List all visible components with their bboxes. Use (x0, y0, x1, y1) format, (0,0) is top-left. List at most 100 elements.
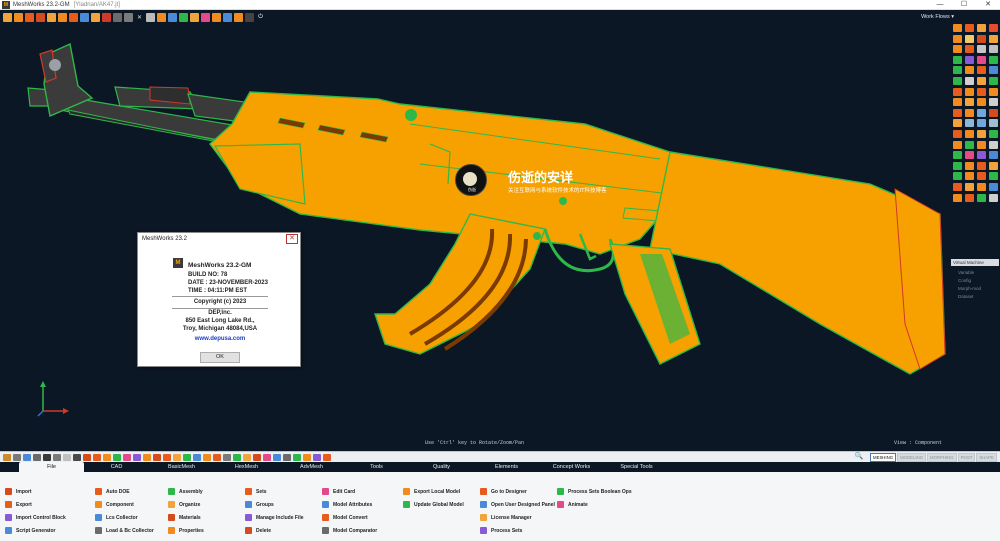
panel-tool-icon[interactable] (977, 55, 986, 64)
vm-item-variable[interactable]: Variable (958, 269, 981, 277)
tab-advmesh[interactable]: AdvMesh (279, 462, 344, 472)
ribbon-item-model-convert[interactable]: Model Convert (322, 511, 377, 524)
tree-icon[interactable] (179, 12, 188, 22)
quick-tool-icon[interactable] (283, 453, 291, 461)
quick-tool-icon[interactable] (83, 453, 91, 461)
ribbon-item-manage-include-file[interactable]: Manage Include File (245, 511, 304, 524)
minimize-button[interactable]: — (928, 0, 952, 10)
quick-tool-icon[interactable] (103, 453, 111, 461)
panel-tool-icon[interactable] (989, 24, 998, 32)
grid-icon[interactable] (168, 12, 177, 22)
stats-icon[interactable] (212, 12, 221, 22)
panel-tool-icon[interactable] (953, 98, 962, 107)
quick-tool-icon[interactable] (263, 453, 271, 461)
workflows-dropdown[interactable]: Work Flows ▾ (921, 14, 954, 20)
ribbon-item-model-comparator[interactable]: Model Comparator (322, 524, 377, 537)
filter-icon[interactable] (157, 12, 166, 22)
panel-tool-icon[interactable] (965, 34, 974, 43)
mesh-icon[interactable] (234, 12, 243, 22)
ribbon-item-process-sets-boolean-ops[interactable]: Process Sets Boolean Ops (557, 485, 632, 498)
panel-tool-icon[interactable] (989, 119, 998, 128)
quick-tool-icon[interactable] (233, 453, 241, 461)
panel-tool-icon[interactable] (965, 76, 974, 85)
quick-tool-icon[interactable] (33, 453, 41, 461)
ribbon-item-auto-doe[interactable]: Auto DOE (95, 485, 154, 498)
panel-tool-icon[interactable] (953, 193, 962, 202)
tab-file[interactable]: File (19, 462, 84, 472)
quick-tool-icon[interactable] (13, 453, 21, 461)
panel-tool-icon[interactable] (953, 119, 962, 128)
quick-tool-icon[interactable] (303, 453, 311, 461)
panel-tool-icon[interactable] (977, 98, 986, 107)
quick-tool-icon[interactable] (163, 453, 171, 461)
quick-tool-icon[interactable] (113, 453, 121, 461)
close-window-button[interactable]: ✕ (976, 0, 1000, 10)
quick-tool-icon[interactable] (143, 453, 151, 461)
copy-icon[interactable] (80, 12, 89, 22)
quick-tool-icon[interactable] (223, 453, 231, 461)
tab-basicmesh[interactable]: BasicMesh (149, 462, 214, 472)
panel-tool-icon[interactable] (965, 55, 974, 64)
quick-tool-icon[interactable] (203, 453, 211, 461)
quick-tool-icon[interactable] (183, 453, 191, 461)
panel-tool-icon[interactable] (953, 87, 962, 96)
panel-tool-icon[interactable] (965, 87, 974, 96)
paste-icon[interactable] (91, 12, 100, 22)
vm-item-config[interactable]: Config (958, 277, 981, 285)
ribbon-item-export[interactable]: Export (5, 498, 66, 511)
panel-tool-icon[interactable] (989, 98, 998, 107)
tab-tools[interactable]: Tools (344, 462, 409, 472)
import-icon[interactable] (25, 12, 34, 22)
ribbon-item-load-bc-collector[interactable]: Load & Bc Collector (95, 524, 154, 537)
tab-concept-works[interactable]: Concept Works (539, 462, 604, 472)
quick-tool-icon[interactable] (293, 453, 301, 461)
panel-tool-icon[interactable] (977, 87, 986, 96)
tab-quality[interactable]: Quality (409, 462, 474, 472)
panel-tool-icon[interactable] (989, 45, 998, 54)
maximize-button[interactable]: ☐ (952, 0, 976, 10)
panel-tool-icon[interactable] (965, 98, 974, 107)
panel-tool-icon[interactable] (977, 193, 986, 202)
ribbon-item-lcs-collector[interactable]: Lcs Collector (95, 511, 154, 524)
ribbon-item-update-global-model[interactable]: Update Global Model (403, 498, 464, 511)
ribbon-item-groups[interactable]: Groups (245, 498, 304, 511)
panel-tool-icon[interactable] (965, 129, 974, 138)
panel-tool-icon[interactable] (953, 34, 962, 43)
export-icon[interactable] (36, 12, 45, 22)
quick-tool-icon[interactable] (273, 453, 281, 461)
quick-tool-icon[interactable] (123, 453, 131, 461)
delete-icon[interactable] (102, 12, 111, 22)
mode-morphing[interactable]: MORPHING (926, 453, 957, 462)
ribbon-item-go-to-designer[interactable]: Go to Designer (480, 485, 555, 498)
panel-tool-icon[interactable] (953, 140, 962, 149)
panel-tool-icon[interactable] (989, 87, 998, 96)
search-icon[interactable]: 🔍 (850, 453, 868, 461)
settings-icon[interactable] (124, 12, 133, 22)
panel-tool-icon[interactable] (953, 45, 962, 54)
quick-tool-icon[interactable] (73, 453, 81, 461)
panel-tool-icon[interactable] (977, 45, 986, 54)
color-icon[interactable] (201, 12, 210, 22)
ribbon-item-organize[interactable]: Organize (168, 498, 204, 511)
quick-tool-icon[interactable] (63, 453, 71, 461)
panel-tool-icon[interactable] (989, 140, 998, 149)
open-icon[interactable] (3, 12, 12, 22)
panel-tool-icon[interactable] (953, 24, 962, 32)
panel-tool-icon[interactable] (965, 172, 974, 181)
panel-tool-icon[interactable] (989, 108, 998, 117)
panel-tool-icon[interactable] (953, 182, 962, 191)
quick-tool-icon[interactable] (43, 453, 51, 461)
ribbon-item-animate[interactable]: Animate (557, 498, 632, 511)
quick-tool-icon[interactable] (3, 453, 11, 461)
panel-tool-icon[interactable] (965, 24, 974, 32)
quick-tool-icon[interactable] (253, 453, 261, 461)
quick-tool-icon[interactable] (133, 453, 141, 461)
quick-tool-icon[interactable] (23, 453, 31, 461)
quick-tool-icon[interactable] (213, 453, 221, 461)
panel-tool-icon[interactable] (977, 140, 986, 149)
panel-tool-icon[interactable] (989, 182, 998, 191)
virtual-machine-header[interactable]: Virtual Machine (951, 259, 999, 266)
panel-tool-icon[interactable] (953, 151, 962, 160)
mode-shape[interactable]: SHAPE (976, 453, 997, 462)
quick-tool-icon[interactable] (53, 453, 61, 461)
